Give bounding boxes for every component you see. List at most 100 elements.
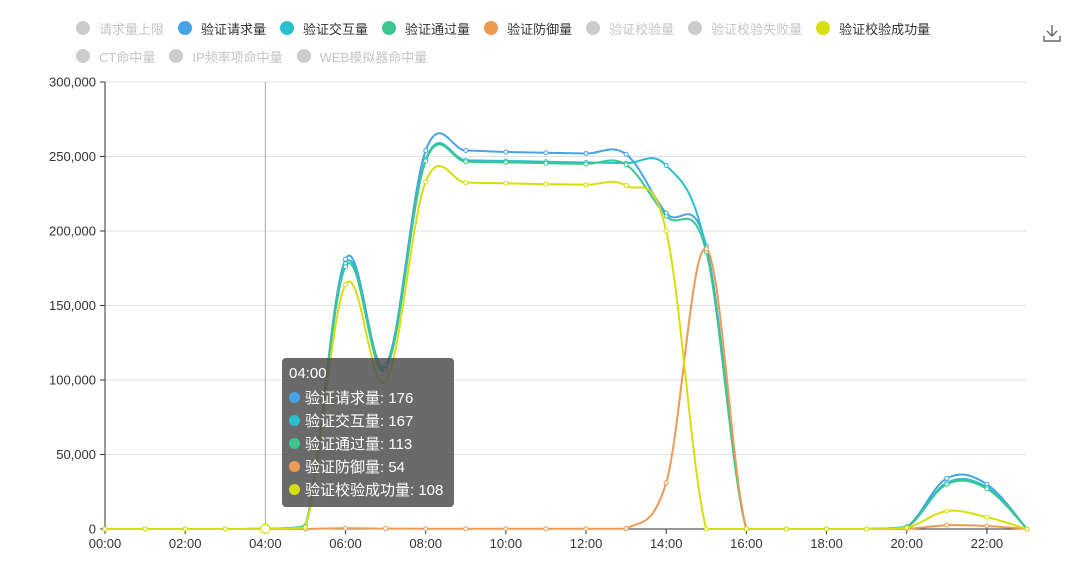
legend-item[interactable]: WEB模拟器命中量 bbox=[296, 47, 428, 66]
data-point bbox=[503, 149, 509, 155]
data-point bbox=[984, 514, 990, 520]
data-point bbox=[944, 522, 950, 528]
legend-dot-icon bbox=[169, 49, 184, 63]
legend-item[interactable]: 验证校验成功量 bbox=[816, 19, 930, 38]
legend-label: 请求量上限 bbox=[99, 21, 165, 37]
x-tick-label: 00:00 bbox=[89, 536, 122, 551]
tooltip-row: 验证通过量: 113 bbox=[289, 432, 447, 455]
data-point bbox=[503, 526, 509, 532]
legend-item[interactable]: 验证请求量 bbox=[178, 19, 266, 38]
y-tick-label: 200,000 bbox=[49, 224, 96, 239]
tooltip: 04:00 验证请求量: 176 验证交互量: 167 验证通过量: 113 验证防御… bbox=[282, 358, 454, 507]
y-tick-label: 50,000 bbox=[56, 447, 96, 462]
data-point bbox=[743, 526, 749, 532]
data-point bbox=[543, 526, 549, 532]
data-point bbox=[623, 183, 629, 189]
legend-item[interactable]: 验证通过量 bbox=[382, 19, 470, 38]
series-lines[interactable] bbox=[102, 132, 1030, 534]
legend-dot-icon bbox=[484, 21, 499, 35]
x-tick-label: 22:00 bbox=[971, 536, 1004, 551]
tooltip-dot-icon bbox=[289, 438, 300, 449]
series-line bbox=[105, 165, 1028, 530]
data-point bbox=[543, 160, 549, 166]
grid-lines bbox=[100, 81, 1027, 530]
tooltip-rows: 验证请求量: 176 验证交互量: 167 验证通过量: 113 验证防御量: 54 验… bbox=[289, 386, 447, 501]
tooltip-row: 验证防御量: 54 bbox=[289, 455, 447, 478]
data-point bbox=[824, 526, 830, 532]
data-point bbox=[663, 162, 669, 168]
legend-label: CT命中量 bbox=[99, 49, 156, 65]
tooltip-dot-icon bbox=[289, 415, 300, 426]
data-point bbox=[703, 526, 709, 532]
tooltip-text: 验证校验成功量: 108 bbox=[305, 482, 444, 499]
data-point bbox=[583, 151, 589, 157]
data-point bbox=[423, 179, 429, 185]
series-line bbox=[105, 247, 1028, 530]
data-point bbox=[463, 159, 469, 165]
legend-label: 验证请求量 bbox=[201, 21, 267, 37]
legend-dot-icon bbox=[382, 21, 397, 35]
data-point bbox=[1024, 526, 1030, 532]
data-point bbox=[182, 526, 188, 532]
legend-item[interactable]: 验证防御量 bbox=[484, 19, 572, 38]
x-tick-label: 18:00 bbox=[810, 536, 843, 551]
legend: 请求量上限 验证请求量 验证交互量 验证通过量 验证防御量 验证校验量 验证校验失败量 验证校… bbox=[76, 14, 976, 70]
legend-dot-icon bbox=[280, 21, 295, 35]
series-line bbox=[105, 142, 1028, 530]
legend-dot-icon bbox=[296, 49, 311, 63]
y-tick-label: 150,000 bbox=[49, 298, 96, 313]
legend-label: 验证防御量 bbox=[507, 21, 573, 37]
data-point bbox=[783, 526, 789, 532]
tooltip-text: 验证交互量: 167 bbox=[305, 413, 414, 430]
legend-label: 验证通过量 bbox=[405, 21, 471, 37]
data-point bbox=[463, 148, 469, 154]
tooltip-text: 验证请求量: 176 bbox=[305, 390, 414, 407]
data-point bbox=[142, 526, 148, 532]
legend-item[interactable]: 验证交互量 bbox=[280, 19, 368, 38]
y-tick-label: 100,000 bbox=[49, 373, 96, 388]
data-point bbox=[503, 180, 509, 186]
data-point bbox=[343, 264, 349, 270]
tooltip-row: 验证请求量: 176 bbox=[289, 386, 447, 409]
tooltip-row: 验证交互量: 167 bbox=[289, 409, 447, 432]
x-tick-label: 08:00 bbox=[409, 536, 442, 551]
data-point bbox=[583, 182, 589, 188]
data-point bbox=[944, 481, 950, 487]
legend-label: 验证交互量 bbox=[303, 21, 369, 37]
series-line bbox=[105, 132, 1028, 530]
data-point bbox=[423, 148, 429, 154]
legend-label: IP频率项命中量 bbox=[192, 49, 283, 65]
x-tick-label: 12:00 bbox=[570, 536, 603, 551]
data-point bbox=[503, 159, 509, 165]
legend-item[interactable]: 验证校验量 bbox=[586, 19, 674, 38]
data-point bbox=[343, 282, 349, 288]
legend-item[interactable]: CT命中量 bbox=[76, 47, 155, 66]
data-point bbox=[663, 213, 669, 219]
y-tick-label: 300,000 bbox=[49, 75, 96, 90]
data-point bbox=[543, 150, 549, 156]
data-point bbox=[222, 526, 228, 532]
data-point bbox=[904, 525, 910, 531]
data-point bbox=[583, 161, 589, 167]
data-point bbox=[383, 526, 389, 532]
legend-dot-icon bbox=[178, 21, 193, 35]
legend-row-2: CT命中量 IP频率项命中量 WEB模拟器命中量 bbox=[76, 42, 976, 70]
line-chart: 0 50,000 100,000 150,000 200,000 250,000 300,0… bbox=[49, 75, 1030, 551]
y-tick-label: 250,000 bbox=[49, 149, 96, 164]
legend-row-1: 请求量上限 验证请求量 验证交互量 验证通过量 验证防御量 验证校验量 验证校验失败量 验证校… bbox=[76, 14, 976, 42]
legend-item[interactable]: 验证校验失败量 bbox=[688, 19, 802, 38]
legend-dot-icon bbox=[76, 21, 90, 35]
data-point bbox=[463, 180, 469, 186]
x-tick-label: 16:00 bbox=[730, 536, 763, 551]
data-point bbox=[663, 480, 669, 486]
tooltip-text: 验证防御量: 54 bbox=[305, 459, 406, 476]
data-point bbox=[463, 526, 469, 532]
download-icon[interactable] bbox=[1041, 22, 1063, 44]
legend-item[interactable]: 请求量上限 bbox=[76, 19, 164, 38]
legend-item[interactable]: IP频率项命中量 bbox=[169, 47, 283, 66]
tooltip-text: 验证通过量: 113 bbox=[305, 436, 413, 453]
data-point bbox=[663, 228, 669, 234]
legend-label: WEB模拟器命中量 bbox=[319, 49, 428, 65]
legend-dot-icon bbox=[688, 21, 703, 35]
tooltip-row: 验证校验成功量: 108 bbox=[289, 478, 447, 501]
